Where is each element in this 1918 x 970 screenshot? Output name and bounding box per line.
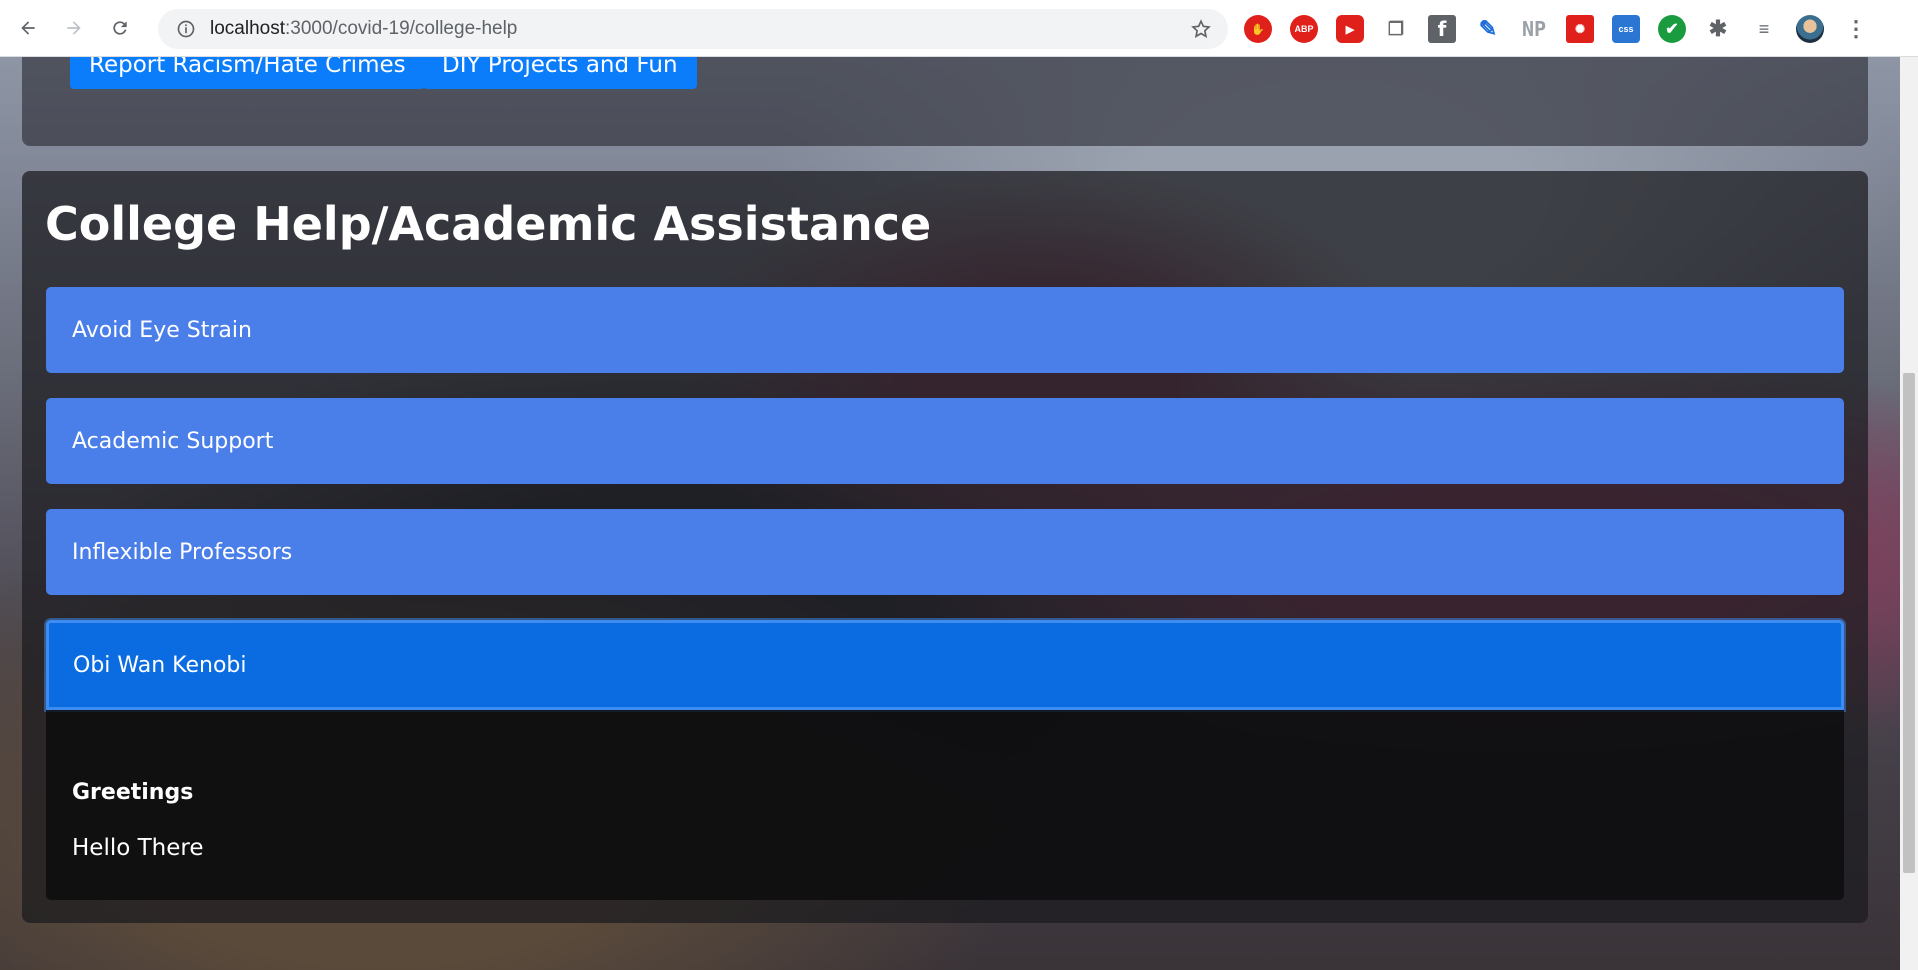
reload-icon[interactable] — [102, 10, 138, 46]
browser-toolbar: localhost:3000/covid-19/college-help ✋ A… — [0, 0, 1918, 57]
bug-icon[interactable]: ✺ — [1566, 15, 1594, 43]
avatar[interactable] — [1796, 15, 1824, 43]
accordion-item-obi-wan-kenobi[interactable]: Obi Wan Kenobi — [46, 620, 1844, 710]
page-title: College Help/Academic Assistance — [45, 197, 932, 251]
college-help-card: College Help/Academic Assistance Avoid E… — [22, 171, 1868, 923]
url-host: localhost — [210, 18, 285, 39]
feather-icon[interactable]: ✎ — [1474, 15, 1502, 43]
check-icon[interactable]: ✔ — [1658, 15, 1686, 43]
accordion-item-inflexible-professors[interactable]: Inflexible Professors — [46, 509, 1844, 595]
media-icon[interactable]: ≡ — [1750, 15, 1778, 43]
greetings-text: Hello There — [72, 835, 204, 861]
np-icon[interactable]: NP — [1520, 15, 1548, 43]
accordion: Avoid Eye Strain Academic Support Inflex… — [46, 287, 1844, 900]
stack-icon[interactable]: ❐ — [1382, 15, 1410, 43]
url-path: :3000/covid-19/college-help — [285, 18, 518, 39]
report-racism-button[interactable]: Report Racism/Hate Crimes — [70, 57, 425, 89]
red-play-icon[interactable]: ▶ — [1336, 15, 1364, 43]
url-text[interactable]: localhost:3000/covid-19/college-help — [210, 18, 517, 40]
page-scrollbar[interactable] — [1900, 57, 1918, 970]
accordion-item-avoid-eye-strain[interactable]: Avoid Eye Strain — [46, 287, 1844, 373]
address-bar[interactable]: localhost:3000/covid-19/college-help — [158, 9, 1228, 49]
menu-icon[interactable]: ⋮ — [1842, 15, 1870, 43]
facebook-icon[interactable]: f — [1428, 15, 1456, 43]
accordion-body: Greetings Hello There — [46, 710, 1844, 900]
bookmark-star-icon[interactable] — [1190, 18, 1212, 40]
accordion-item-academic-support[interactable]: Academic Support — [46, 398, 1844, 484]
extensions-bar: ✋ ABP ▶ ❐ f ✎ NP ✺ css ✔ ✱ ≡ ⋮ — [1244, 12, 1870, 46]
puzzle-icon[interactable]: ✱ — [1704, 15, 1732, 43]
forward-icon[interactable] — [56, 10, 92, 46]
abp-icon[interactable]: ABP — [1290, 15, 1318, 43]
greetings-heading: Greetings — [72, 780, 194, 805]
diy-projects-button[interactable]: DIY Projects and Fun — [423, 57, 697, 89]
stop-icon[interactable]: ✋ — [1244, 15, 1272, 43]
css-icon[interactable]: css — [1612, 15, 1640, 43]
info-icon[interactable] — [176, 19, 196, 39]
page-viewport: Report Racism/Hate Crimes DIY Projects a… — [0, 57, 1900, 970]
back-icon[interactable] — [10, 10, 46, 46]
scrollbar-thumb[interactable] — [1903, 373, 1915, 873]
top-card: Report Racism/Hate Crimes DIY Projects a… — [22, 57, 1868, 146]
